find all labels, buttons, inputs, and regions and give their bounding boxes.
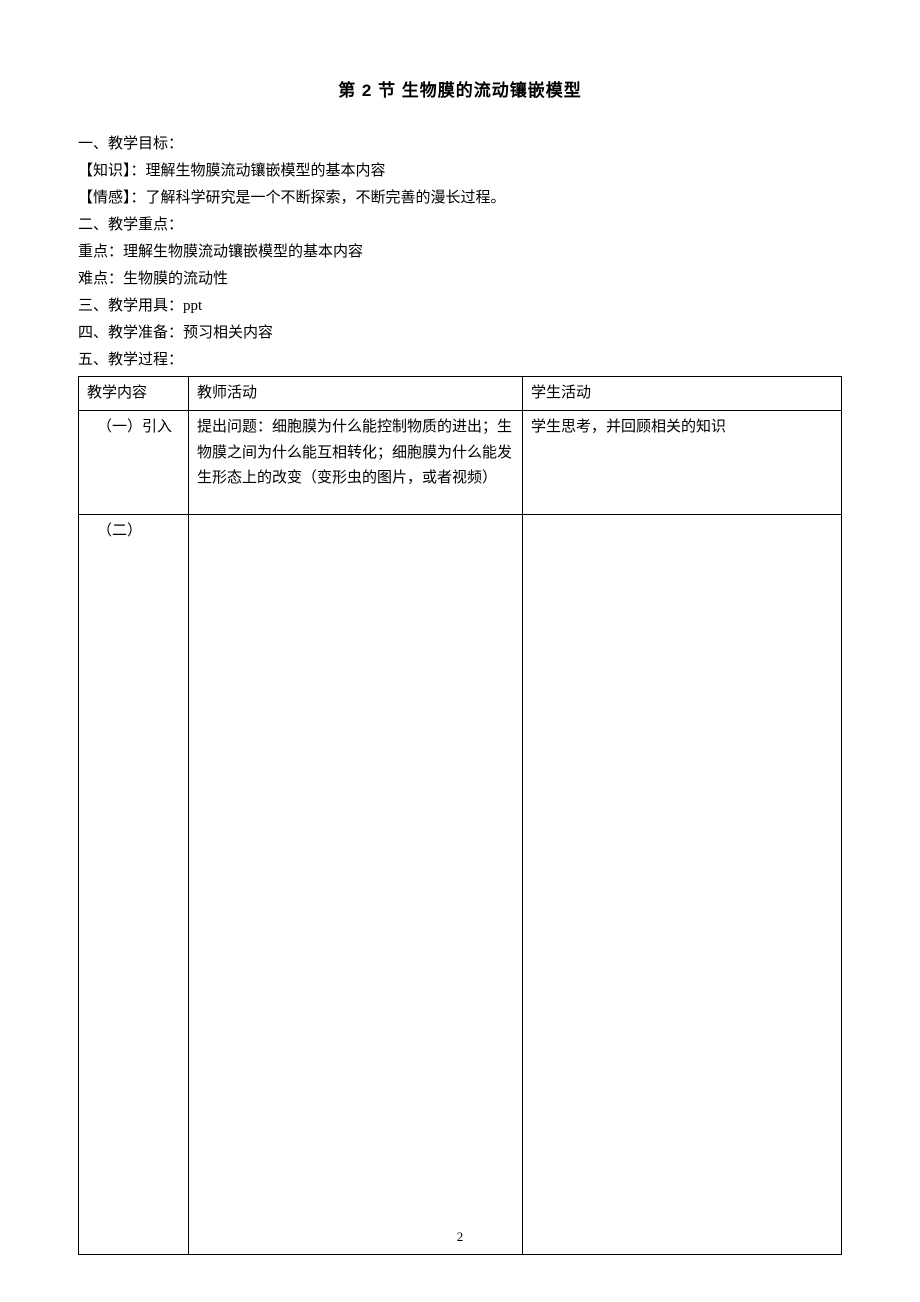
cell-section-1-student: 学生思考，并回顾相关的知识 bbox=[523, 411, 842, 515]
keypoint-main: 重点：理解生物膜流动镶嵌模型的基本内容 bbox=[78, 239, 842, 266]
heading-process: 五、教学过程： bbox=[78, 347, 842, 374]
page-number: 2 bbox=[0, 1225, 920, 1248]
heading-tools: 三、教学用具：ppt bbox=[78, 293, 842, 320]
header-student: 学生活动 bbox=[523, 376, 842, 411]
header-teacher: 教师活动 bbox=[189, 376, 523, 411]
heading-objectives: 一、教学目标： bbox=[78, 131, 842, 158]
objective-emotion: 【情感】：了解科学研究是一个不断探索，不断完善的漫长过程。 bbox=[78, 185, 842, 212]
cell-section-1-label: （一）引入 bbox=[79, 411, 189, 515]
cell-section-2-teacher bbox=[189, 515, 523, 1255]
keypoint-difficulty: 难点：生物膜的流动性 bbox=[78, 266, 842, 293]
table-header-row: 教学内容 教师活动 学生活动 bbox=[79, 376, 842, 411]
objective-knowledge: 【知识】：理解生物膜流动镶嵌模型的基本内容 bbox=[78, 158, 842, 185]
teaching-process-table: 教学内容 教师活动 学生活动 （一）引入 提出问题：细胞膜为什么能控制物质的进出… bbox=[78, 376, 842, 1256]
cell-section-2-label: （二） bbox=[79, 515, 189, 1255]
cell-section-2-student bbox=[523, 515, 842, 1255]
header-content: 教学内容 bbox=[79, 376, 189, 411]
heading-keypoints: 二、教学重点： bbox=[78, 212, 842, 239]
cell-section-1-teacher: 提出问题：细胞膜为什么能控制物质的进出；生物膜之间为什么能互相转化；细胞膜为什么… bbox=[189, 411, 523, 515]
table-row: （一）引入 提出问题：细胞膜为什么能控制物质的进出；生物膜之间为什么能互相转化；… bbox=[79, 411, 842, 515]
document-title: 第 2 节 生物膜的流动镶嵌模型 bbox=[78, 76, 842, 107]
heading-preparation: 四、教学准备：预习相关内容 bbox=[78, 320, 842, 347]
table-row: （二） bbox=[79, 515, 842, 1255]
